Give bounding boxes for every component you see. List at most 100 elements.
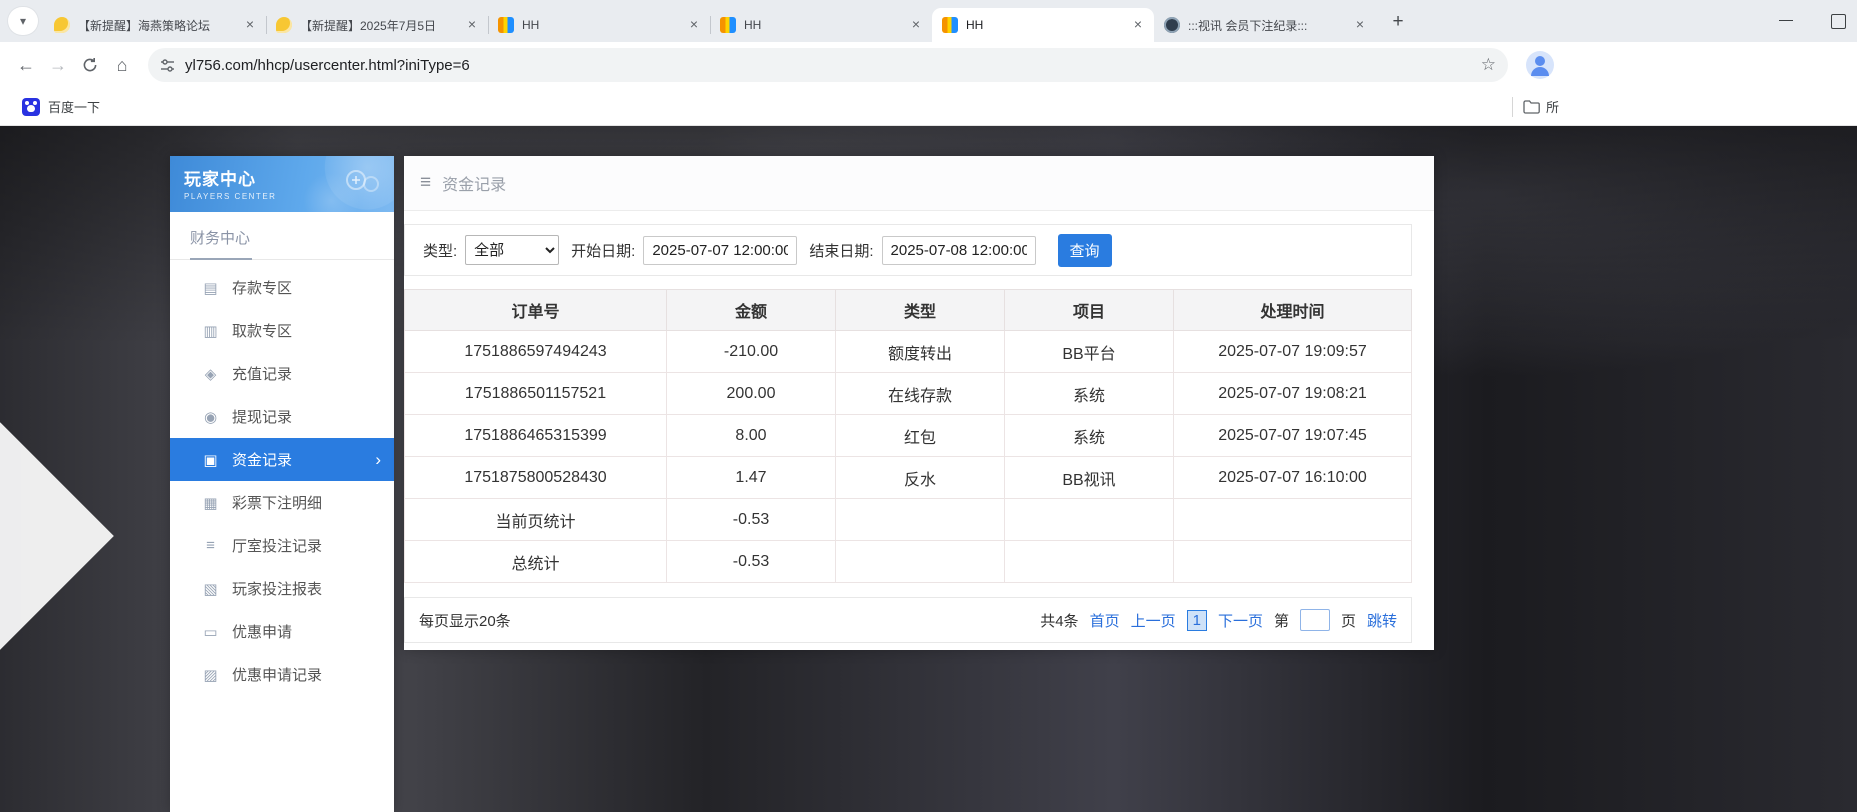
sidebar-item[interactable]: ▦彩票下注明细: [170, 481, 394, 524]
sidebar-item[interactable]: ◉提现记录: [170, 395, 394, 438]
hh-site-icon: [720, 17, 736, 33]
browser-tab[interactable]: 【新提醒】海燕策略论坛×: [44, 8, 266, 42]
funds-record-panel: ≡ 资金记录 类型: 全部 开始日期: 结束日期: 查询 订单号金额类型项目处理…: [404, 156, 1434, 650]
new-tab-button[interactable]: +: [1384, 8, 1412, 36]
table-cell: -0.53: [667, 499, 836, 541]
sidebar-item-label: 充值记录: [232, 363, 292, 384]
table-cell: -0.53: [667, 541, 836, 583]
table-cell: [1005, 541, 1174, 583]
prev-page-link[interactable]: 上一页: [1131, 610, 1176, 631]
tab-title: :::视讯 会员下注纪录:::: [1188, 17, 1344, 34]
tab-search-chevron-icon[interactable]: ▾: [8, 7, 38, 35]
browser-tab[interactable]: 【新提醒】2025年7月5日 ×: [266, 8, 488, 42]
tab-strip: ▾ 【新提醒】海燕策略论坛×【新提醒】2025年7月5日×HH×HH×HH×::…: [0, 0, 1857, 42]
end-date-input[interactable]: [882, 236, 1036, 265]
table-cell: 系统: [1005, 415, 1174, 457]
table-cell: 1.47: [667, 457, 836, 499]
table-header-cell: 订单号: [405, 290, 667, 331]
bookmarks-bar-right: 所: [1512, 88, 1559, 125]
sidebar-item-label: 存款专区: [232, 277, 292, 298]
sidebar-item[interactable]: ▥取款专区: [170, 309, 394, 352]
browser-tab[interactable]: HH ×: [932, 8, 1154, 42]
browser-tab[interactable]: :::视讯 会员下注纪录:::×: [1154, 8, 1376, 42]
tab-title: HH: [966, 18, 1122, 32]
table-row: 总统计-0.53: [405, 541, 1412, 583]
table-cell: 1751875800528430: [405, 457, 667, 499]
sidebar-item[interactable]: ◈ 充值记录: [170, 352, 394, 395]
table-cell: [1005, 499, 1174, 541]
sidebar-item[interactable]: ▭优惠申请: [170, 610, 394, 653]
reload-button[interactable]: [74, 49, 106, 81]
start-date-input[interactable]: [643, 236, 797, 265]
bookmarks-divider: [1512, 97, 1513, 117]
sidebar-header-banner: 玩家中心 PLAYERS CENTER: [170, 156, 394, 212]
sidebar-section-finance-center: 财务中心: [170, 212, 394, 260]
table-cell: 1751886465315399: [405, 415, 667, 457]
table-cell: 1751886501157521: [405, 373, 667, 415]
chevron-right-icon: ›: [375, 450, 381, 470]
tabs-container: 【新提醒】海燕策略论坛×【新提醒】2025年7月5日×HH×HH×HH×:::视…: [44, 8, 1376, 42]
pagination-bar: 每页显示20条 共4条 首页 上一页 1 下一页 第 页 跳转: [404, 597, 1412, 643]
current-page-indicator[interactable]: 1: [1187, 610, 1207, 631]
sidebar-item[interactable]: ▣ 资金记录 ›: [170, 438, 394, 481]
window-controls: [1773, 0, 1851, 42]
all-bookmarks-folder-button[interactable]: 所: [1523, 97, 1559, 116]
sidebar-item-label: 资金记录: [232, 449, 292, 470]
hamburger-icon: ≡: [420, 172, 431, 194]
next-page-link[interactable]: 下一页: [1218, 610, 1263, 631]
sidebar-item[interactable]: ≡厅室投注记录: [170, 524, 394, 567]
jump-page-input[interactable]: [1300, 609, 1330, 631]
baidu-paw-icon: [22, 98, 40, 116]
table-cell: BB平台: [1005, 331, 1174, 373]
search-button[interactable]: 查询: [1058, 234, 1112, 267]
tab-close-icon[interactable]: ×: [464, 17, 480, 33]
minimize-button[interactable]: [1773, 8, 1799, 34]
sidebar-item-label: 取款专区: [232, 320, 292, 341]
tab-title: HH: [522, 18, 678, 32]
end-date-label: 结束日期:: [809, 240, 873, 261]
table-row: 1751886501157521200.00在线存款系统2025-07-07 1…: [405, 373, 1412, 415]
table-cell: [836, 541, 1005, 583]
tab-close-icon[interactable]: ×: [686, 17, 702, 33]
background-wedge-shape: [0, 352, 114, 720]
funds-record-icon: ▣: [202, 451, 219, 469]
type-select[interactable]: 全部: [465, 235, 559, 265]
maximize-button[interactable]: [1825, 8, 1851, 34]
bookmark-baidu[interactable]: 百度一下: [14, 93, 108, 120]
tab-close-icon[interactable]: ×: [1352, 17, 1368, 33]
table-cell: 当前页统计: [405, 499, 667, 541]
table-row: 当前页统计-0.53: [405, 499, 1412, 541]
sidebar-item[interactable]: ▨优惠申请记录: [170, 653, 394, 696]
first-page-link[interactable]: 首页: [1090, 610, 1120, 631]
table-header-cell: 处理时间: [1174, 290, 1412, 331]
tab-close-icon[interactable]: ×: [242, 17, 258, 33]
bookmarks-bar: 百度一下 所: [0, 88, 1857, 126]
start-date-label: 开始日期:: [571, 240, 635, 261]
table-cell: BB视讯: [1005, 457, 1174, 499]
sidebar-item[interactable]: ▧玩家投注报表: [170, 567, 394, 610]
forward-button[interactable]: →: [42, 49, 74, 81]
table-cell: 2025-07-07 19:07:45: [1174, 415, 1412, 457]
table-cell: 反水: [836, 457, 1005, 499]
home-button[interactable]: ⌂: [106, 49, 138, 81]
table-cell: 总统计: [405, 541, 667, 583]
tab-close-icon[interactable]: ×: [1130, 17, 1146, 33]
profile-avatar[interactable]: [1526, 51, 1554, 79]
browser-tab[interactable]: HH×: [710, 8, 932, 42]
reload-icon: [82, 57, 98, 73]
sidebar-item[interactable]: ▤存款专区: [170, 266, 394, 309]
browser-tab[interactable]: HH ×: [488, 8, 710, 42]
site-info-tune-icon: [160, 58, 175, 73]
back-button[interactable]: ←: [10, 49, 42, 81]
bookmark-star-icon[interactable]: ☆: [1481, 55, 1496, 75]
jump-button[interactable]: 跳转: [1367, 610, 1397, 631]
table-cell: [836, 499, 1005, 541]
globe-icon: [1164, 17, 1180, 33]
table-cell: [1174, 499, 1412, 541]
jump-label-before: 第: [1274, 610, 1289, 631]
tab-title: 【新提醒】2025年7月5日: [300, 17, 456, 34]
address-bar[interactable]: yl756.com/hhcp/usercenter.html?iniType=6…: [148, 48, 1508, 82]
recharge-record-icon: ◈: [202, 365, 219, 383]
table-cell: 2025-07-07 16:10:00: [1174, 457, 1412, 499]
tab-close-icon[interactable]: ×: [908, 17, 924, 33]
